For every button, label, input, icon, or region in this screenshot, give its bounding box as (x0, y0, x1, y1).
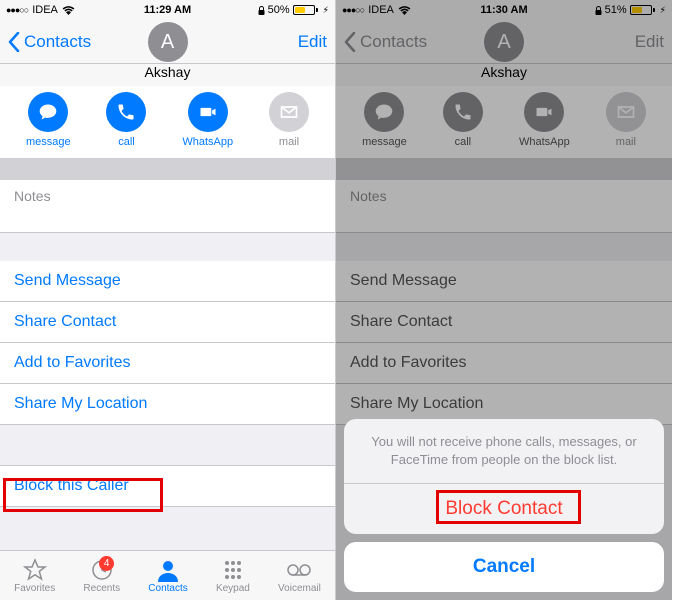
lock-icon (258, 6, 265, 15)
chevron-left-icon (8, 32, 20, 52)
star-icon (22, 558, 48, 582)
mail-icon (269, 92, 309, 132)
tab-contacts[interactable]: Contacts (148, 558, 187, 594)
share-contact-item[interactable]: Share Contact (0, 302, 335, 343)
battery-pct: 50% (268, 4, 290, 16)
sheet-message: You will not receive phone calls, messag… (344, 419, 664, 484)
divider-strip (0, 158, 335, 180)
signal-dots-icon: ●●●○○ (6, 5, 28, 15)
voicemail-icon (286, 558, 312, 582)
contact-actions: message call WhatsApp mail (0, 86, 335, 158)
carrier-label: IDEA (32, 4, 58, 16)
tab-keypad[interactable]: Keypad (216, 558, 250, 594)
send-message-item[interactable]: Send Message (0, 261, 335, 302)
status-bar: ●●●○○ IDEA 11:29 AM 50% ⚡︎ (0, 0, 335, 20)
tab-label: Recents (83, 583, 120, 594)
edit-button[interactable]: Edit (298, 32, 327, 52)
tab-label: Keypad (216, 583, 250, 594)
mail-label: mail (279, 136, 299, 148)
avatar: A (148, 22, 188, 62)
whatsapp-action[interactable]: WhatsApp (182, 92, 233, 148)
notes-label[interactable]: Notes (0, 180, 335, 233)
wifi-icon (62, 6, 75, 15)
phone-icon (106, 92, 146, 132)
contact-name: Akshay (0, 64, 335, 80)
tab-label: Favorites (14, 583, 55, 594)
annotation-highlight (436, 490, 581, 524)
back-button[interactable]: Contacts (8, 32, 91, 52)
cancel-button[interactable]: Cancel (344, 542, 664, 592)
message-action[interactable]: message (26, 92, 71, 148)
keypad-icon (220, 558, 246, 582)
recents-badge: 4 (99, 556, 114, 571)
back-label: Contacts (24, 32, 91, 52)
share-location-item[interactable]: Share My Location (0, 384, 335, 425)
charging-icon: ⚡︎ (323, 5, 329, 16)
tab-bar: Favorites 4 Recents Contacts Keypad Voic… (0, 550, 335, 600)
video-icon (188, 92, 228, 132)
tab-favorites[interactable]: Favorites (14, 558, 55, 594)
tab-label: Voicemail (278, 583, 321, 594)
tab-voicemail[interactable]: Voicemail (278, 558, 321, 594)
contact-options: Send Message Share Contact Add to Favori… (0, 261, 335, 425)
status-time: 11:29 AM (144, 4, 191, 16)
message-icon (28, 92, 68, 132)
battery-icon (293, 5, 318, 15)
tab-label: Contacts (148, 583, 187, 594)
add-favorites-item[interactable]: Add to Favorites (0, 343, 335, 384)
mail-action[interactable]: mail (269, 92, 309, 148)
message-label: message (26, 136, 71, 148)
call-label: call (118, 136, 135, 148)
person-icon (155, 558, 181, 582)
call-action[interactable]: call (106, 92, 146, 148)
whatsapp-label: WhatsApp (182, 136, 233, 148)
annotation-highlight (3, 478, 163, 512)
tab-recents[interactable]: 4 Recents (83, 558, 120, 594)
